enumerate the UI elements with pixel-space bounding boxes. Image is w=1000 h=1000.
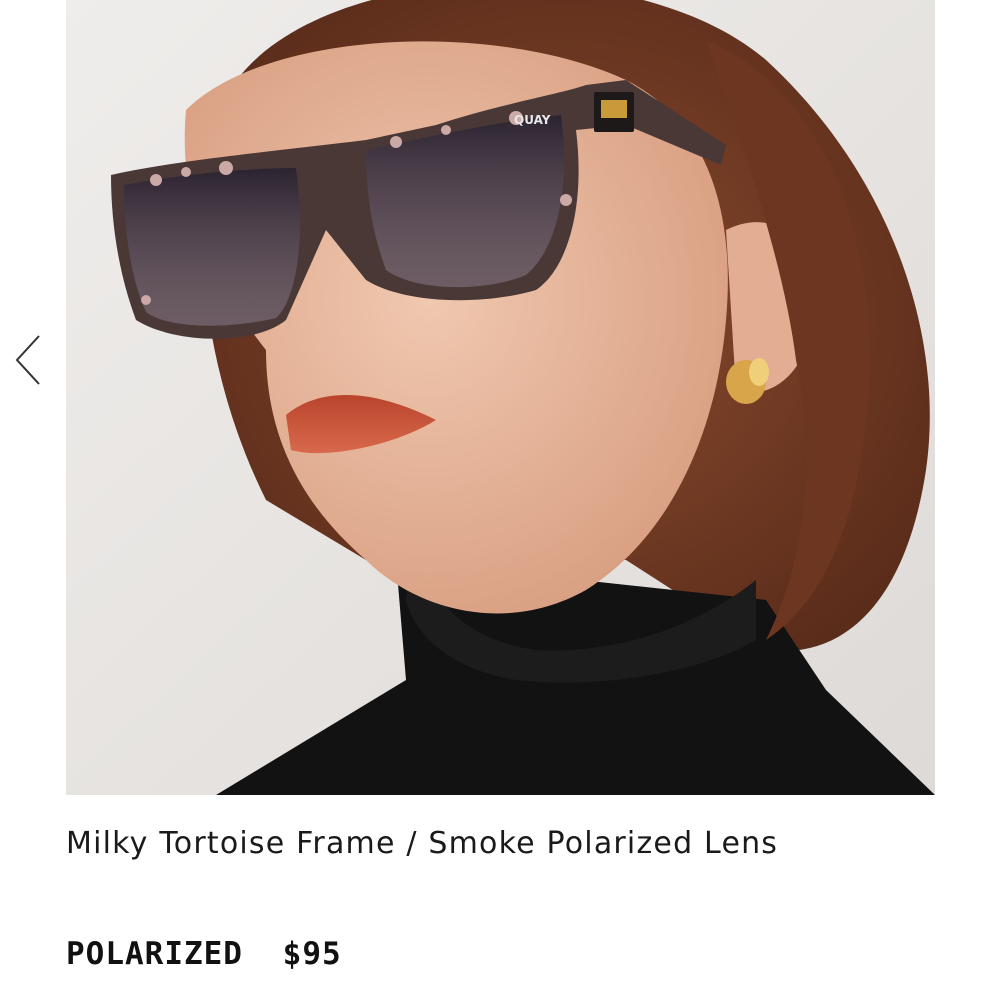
previous-image-button[interactable] [6, 330, 50, 390]
chevron-left-icon [15, 335, 40, 385]
variant-name: Milky Tortoise Frame / Smoke Polarized L… [66, 826, 779, 861]
product-photo: QUAY [66, 0, 935, 795]
price-row: POLARIZED $95 [66, 936, 342, 972]
product-price: $95 [282, 936, 342, 972]
product-image-gallery: QUAY [0, 0, 1000, 800]
lens-type-label: POLARIZED [66, 936, 243, 972]
svg-text:QUAY: QUAY [514, 113, 551, 127]
